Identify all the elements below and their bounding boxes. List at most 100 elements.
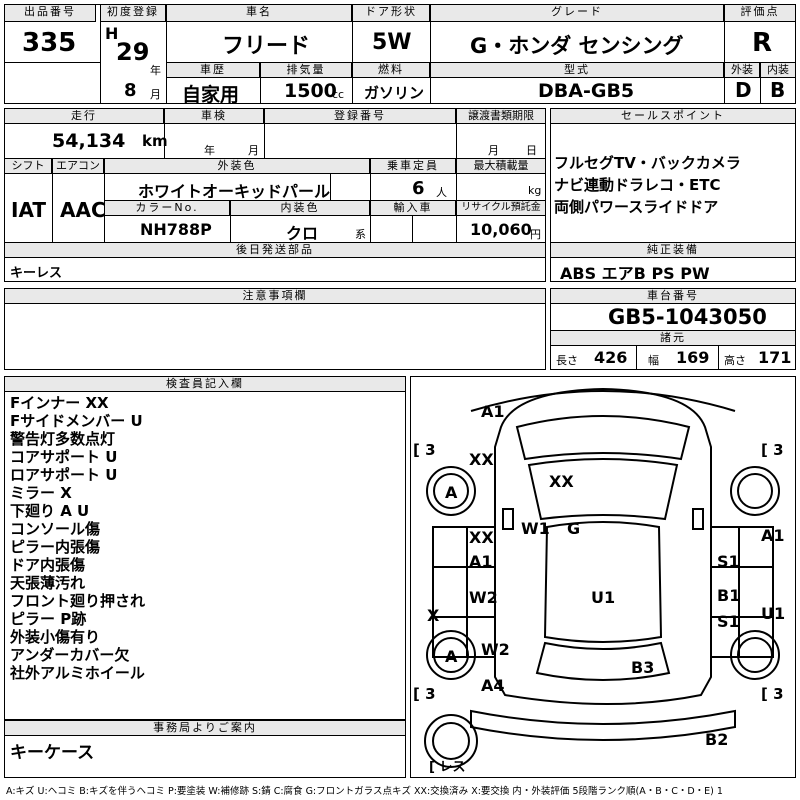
sales-header: セールスポイント: [550, 108, 796, 124]
inspector-line: 天張薄汚れ: [10, 574, 86, 592]
inspector-line: Fインナー XX: [10, 394, 109, 412]
lot-number: 335: [22, 28, 77, 58]
ac: AAC: [60, 198, 106, 222]
damage-diagram: [ 3 [ 3 [ 3 [ 3 [ レス A1 XX XX A XX W1 G …: [410, 376, 796, 778]
spare-tire-label: [ レス: [429, 760, 465, 775]
color-number: NH788P: [140, 220, 212, 239]
int-header: 内装: [760, 62, 796, 78]
name-header: 車名: [166, 4, 352, 22]
mark-s1-door-right: S1: [717, 552, 740, 571]
mark-s1-right-rear: S1: [717, 612, 740, 631]
tire-fr-depth: [ 3: [761, 441, 784, 459]
inspector-line: 下廻り A U: [10, 502, 90, 520]
mark-xx-fender: XX: [469, 528, 494, 547]
reg-month-unit: 月: [150, 88, 161, 101]
equipment-header: 純正装備: [550, 242, 796, 258]
import-header: 輸入車: [370, 200, 456, 216]
mark-b2: B2: [705, 730, 728, 749]
ext-header: 外装: [724, 62, 760, 78]
capacity-header: 乗車定員: [370, 158, 456, 174]
shift: IAT: [11, 198, 47, 222]
mark-a4: A4: [481, 676, 505, 695]
capacity: 6: [412, 178, 425, 199]
office-note: キーケース: [10, 743, 95, 763]
roof-panel: [543, 521, 663, 643]
inspector-line: ピラー内張傷: [10, 538, 101, 556]
inspector-line: Fサイドメンバー U: [10, 412, 143, 430]
inspector-line: フロント廻り押され: [10, 592, 146, 610]
model-header: 型式: [430, 62, 724, 78]
transfer-header: 譲渡書類期限: [456, 108, 546, 124]
mark-a-wheel-fl: A: [445, 483, 458, 502]
roof-outline: [494, 387, 712, 705]
grade-header: グレード: [430, 4, 724, 22]
length-label: 長さ: [556, 354, 578, 367]
intcolor-header: 内装色: [230, 200, 370, 216]
inspector-line: ミラー X: [10, 484, 72, 502]
mark-a1-door-left: A1: [469, 552, 493, 571]
office-header: 事務局よりご案内: [4, 720, 406, 736]
plate-header: 登録番号: [264, 108, 456, 124]
inspector-line: 外装小傷有り: [10, 628, 101, 646]
load-header: 最大積載量: [456, 158, 546, 174]
car-name: フリード: [222, 34, 311, 59]
tire-fl-depth: [ 3: [413, 441, 436, 459]
mark-b1: B1: [717, 586, 740, 605]
color-header: 外装色: [104, 158, 370, 174]
later-parts: キーレス: [10, 266, 63, 281]
recycle-header: リサイクル預託金: [456, 200, 546, 216]
history: 自家用: [182, 84, 240, 106]
cc: 1500: [284, 80, 337, 102]
transfer-month-unit: 月: [488, 144, 499, 157]
ext-score: D: [735, 78, 752, 102]
grade: G・ホンダ センシング: [470, 34, 684, 58]
colorno-header: カラーNo.: [104, 200, 230, 216]
inspector-header: 検査員記入欄: [4, 376, 406, 392]
inspector-line: コンソール傷: [10, 520, 101, 538]
tire-rr-depth: [ 3: [761, 685, 784, 703]
tire-rl-depth: [ 3: [413, 685, 436, 703]
fuel: ガソリン: [364, 84, 425, 102]
fuel-header: 燃料: [352, 62, 430, 78]
dims-header: 諸元: [550, 330, 796, 346]
later-parts-header: 後日発送部品: [4, 242, 546, 258]
width: 169: [676, 348, 710, 367]
mark-xx-hood: XX: [549, 472, 574, 491]
legend: A:キズ U:ヘコミ B:キズを伴うヘコミ P:要塗装 W:補修跡 S:錆 C:…: [6, 786, 723, 797]
sales-point-2: ナビ連動ドラレコ・ETC: [554, 176, 721, 194]
doors-header: ドア形状: [352, 4, 430, 22]
lot-header: 出品番号: [4, 4, 96, 22]
front-bumper: [470, 390, 736, 412]
chassis-number: GB5-1043050: [608, 305, 767, 329]
insp-year-unit: 年: [204, 144, 215, 157]
inspector-line: ドア内張傷: [10, 556, 86, 574]
reg-year: 29: [116, 38, 150, 66]
model: DBA-GB5: [538, 80, 635, 102]
inspector-line: ピラー P跡: [10, 610, 87, 628]
recycle-fee: 10,060: [470, 220, 532, 239]
mark-a1-right: A1: [761, 526, 785, 545]
inspector-line: 社外アルミホイール: [10, 664, 145, 682]
mark-w2-door-left: W2: [469, 588, 498, 607]
length: 426: [594, 348, 628, 367]
reg-year-unit: 年: [150, 64, 161, 77]
ac-header: エアコン: [52, 158, 104, 174]
interior-color: クロ: [286, 224, 319, 243]
mark-u1-right: U1: [761, 604, 785, 623]
score: R: [752, 28, 773, 58]
inspector-line: アンダーカバー欠: [10, 646, 130, 664]
mirror-left: [502, 508, 514, 530]
load-unit: kg: [528, 184, 542, 197]
height-label: 高さ: [724, 354, 746, 367]
mileage-header: 走行: [4, 108, 164, 124]
reg-header: 初度登録: [100, 4, 166, 22]
mirror-right: [692, 508, 704, 530]
height: 171: [758, 348, 792, 367]
inspector-line: 警告灯多数点灯: [10, 430, 116, 448]
reg-month: 8: [124, 80, 137, 101]
inspector-line: ロアサポート U: [10, 466, 118, 484]
history-header: 車歴: [166, 62, 260, 78]
car-outline-diagram: [ 3 [ 3 [ 3 [ 3 [ レス A1 XX XX A XX W1 G …: [413, 387, 785, 775]
inspector-notes: Fインナー XX Fサイドメンバー U 警告灯多数点灯 コアサポート U ロアサ…: [10, 394, 145, 682]
doors: 5W: [372, 30, 412, 55]
